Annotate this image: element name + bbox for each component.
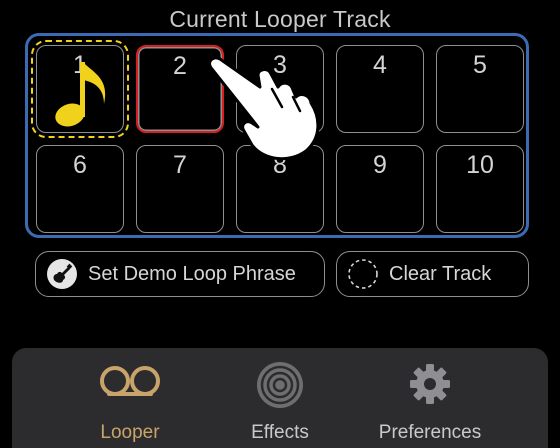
set-demo-loop-button[interactable]: Set Demo Loop Phrase bbox=[35, 251, 325, 297]
track-number: 3 bbox=[273, 51, 287, 79]
tab-bar: Looper Effects Preferences bbox=[12, 348, 548, 448]
track-pad-2[interactable]: 2 bbox=[136, 45, 224, 133]
track-number: 2 bbox=[173, 52, 187, 80]
clear-track-label: Clear Track bbox=[389, 262, 492, 285]
track-pad-3[interactable]: 3 bbox=[236, 45, 324, 133]
guitar-icon bbox=[47, 259, 77, 289]
tab-effects[interactable]: Effects bbox=[210, 362, 350, 443]
vortex-icon bbox=[257, 362, 303, 408]
tab-label: Looper bbox=[100, 422, 160, 443]
gear-icon bbox=[410, 364, 450, 404]
track-number: 10 bbox=[466, 151, 494, 179]
track-number: 8 bbox=[273, 151, 287, 179]
page-title: Current Looper Track bbox=[169, 6, 391, 32]
track-number: 7 bbox=[173, 151, 187, 179]
dashed-circle-icon bbox=[348, 259, 378, 289]
track-pad-1[interactable]: 1 bbox=[31, 40, 129, 138]
music-note-icon bbox=[55, 62, 106, 127]
track-pad-10[interactable]: 10 bbox=[436, 145, 524, 233]
tab-label: Effects bbox=[251, 422, 309, 443]
track-number: 5 bbox=[473, 51, 487, 79]
tab-preferences[interactable]: Preferences bbox=[360, 364, 500, 443]
track-number: 4 bbox=[373, 51, 387, 79]
set-demo-loop-label: Set Demo Loop Phrase bbox=[88, 262, 296, 285]
cassette-icon bbox=[100, 366, 160, 396]
clear-track-button[interactable]: Clear Track bbox=[336, 251, 529, 297]
track-pad-7[interactable]: 7 bbox=[136, 145, 224, 233]
track-pad-5[interactable]: 5 bbox=[436, 45, 524, 133]
track-number: 9 bbox=[373, 151, 387, 179]
track-number: 6 bbox=[73, 151, 87, 179]
tab-looper[interactable]: Looper bbox=[60, 364, 200, 443]
track-pad-4[interactable]: 4 bbox=[336, 45, 424, 133]
track-pad-9[interactable]: 9 bbox=[336, 145, 424, 233]
track-pad-6[interactable]: 6 bbox=[36, 145, 124, 233]
tab-label: Preferences bbox=[378, 422, 482, 443]
track-pad-8[interactable]: 8 bbox=[236, 145, 324, 233]
track-grid: 1 2 3 4 5 6 7 8 9 10 bbox=[25, 33, 529, 238]
